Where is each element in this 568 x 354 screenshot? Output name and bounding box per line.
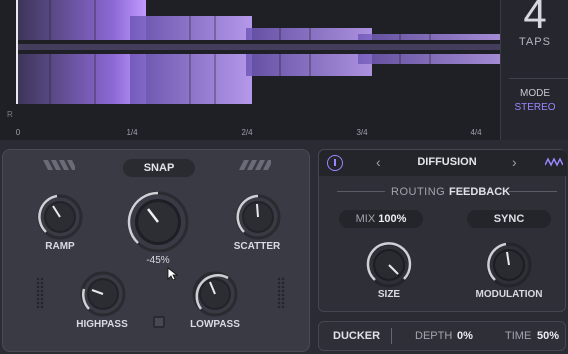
depth-label: DEPTH (415, 330, 453, 342)
tick-label: 3/4 (356, 128, 368, 137)
divider (337, 191, 385, 192)
mode-label: MODE (520, 88, 550, 99)
tap-band (358, 54, 500, 64)
scatter-knob[interactable] (235, 194, 281, 240)
taps-label: TAPS (519, 36, 551, 48)
tick-label: 2/4 (241, 128, 253, 137)
tap-band (16, 0, 146, 40)
mix-control[interactable]: MIX 100% (339, 210, 423, 228)
wave-icon[interactable] (545, 157, 563, 167)
highpass-knob[interactable] (80, 271, 126, 317)
ducker-toggle[interactable]: DUCKER (333, 330, 380, 342)
mix-value: 100% (378, 213, 407, 225)
tick-label: 4/4 (470, 128, 482, 137)
divider (391, 328, 392, 344)
taps-count[interactable]: 4 (501, 0, 568, 38)
playhead[interactable] (16, 0, 18, 104)
tap-band (130, 16, 252, 40)
ramp-label: RAMP (45, 241, 75, 252)
slash-decor-icon (43, 160, 75, 170)
chevron-right-icon[interactable]: › (512, 154, 517, 170)
tap-band (246, 54, 372, 76)
ramp-knob[interactable] (37, 194, 83, 240)
tap-grid[interactable] (0, 0, 500, 125)
time-label: TIME (505, 330, 532, 342)
size-label: SIZE (377, 289, 401, 300)
lowpass-label: LOWPASS (190, 319, 240, 330)
modulation-label: MODULATION (475, 289, 543, 300)
tap-band (246, 28, 372, 40)
highpass-label: HIGHPASS (76, 319, 128, 330)
routing-selector[interactable]: FEEDBACK (449, 186, 510, 198)
effect-panel: ‹ DIFFUSION › ROUTING FEEDBACK MIX 100% … (318, 149, 567, 312)
channel-label: R (7, 110, 13, 119)
routing-label: ROUTING (391, 186, 446, 198)
time-value[interactable]: 50% (537, 330, 559, 342)
modulation-knob[interactable] (486, 242, 532, 288)
lowpass-knob[interactable] (192, 271, 238, 317)
tap-band (358, 34, 500, 40)
cursor-icon (167, 267, 179, 281)
link-icon[interactable] (153, 316, 165, 328)
effect-header: ‹ DIFFUSION › (319, 150, 567, 176)
tap-timeline[interactable]: R 0 1/4 2/4 3/4 4/4 (0, 0, 500, 140)
grip-dots (36, 277, 44, 309)
tap-band (16, 54, 146, 104)
power-icon[interactable] (327, 155, 343, 171)
mix-label: MIX (355, 213, 376, 225)
slash-decor-icon (239, 160, 271, 170)
tap-modifier-panel: SNAP RAMP -45% SCATTER HIGHPASS LOWPASS (2, 149, 310, 352)
chevron-left-icon[interactable]: ‹ (376, 154, 381, 170)
mode-selector[interactable]: STEREO (501, 102, 568, 113)
spread-value: -45% (146, 255, 170, 266)
tap-band (130, 54, 252, 104)
divider (509, 191, 557, 192)
spread-knob[interactable] (126, 190, 190, 254)
ducker-bar: DUCKER DEPTH 0% TIME 50% (318, 321, 566, 351)
grip-dots (277, 277, 285, 309)
snap-button[interactable]: SNAP (123, 159, 195, 177)
sync-button[interactable]: SYNC (467, 210, 551, 228)
divider (509, 78, 568, 79)
tick-label: 0 (15, 128, 21, 137)
scatter-label: SCATTER (233, 241, 281, 252)
effect-name[interactable]: DIFFUSION (399, 156, 495, 168)
tick-label: 1/4 (126, 128, 138, 137)
depth-value[interactable]: 0% (457, 330, 473, 342)
size-knob[interactable] (366, 242, 412, 288)
taps-panel: 4 TAPS MODE STEREO (500, 0, 568, 140)
